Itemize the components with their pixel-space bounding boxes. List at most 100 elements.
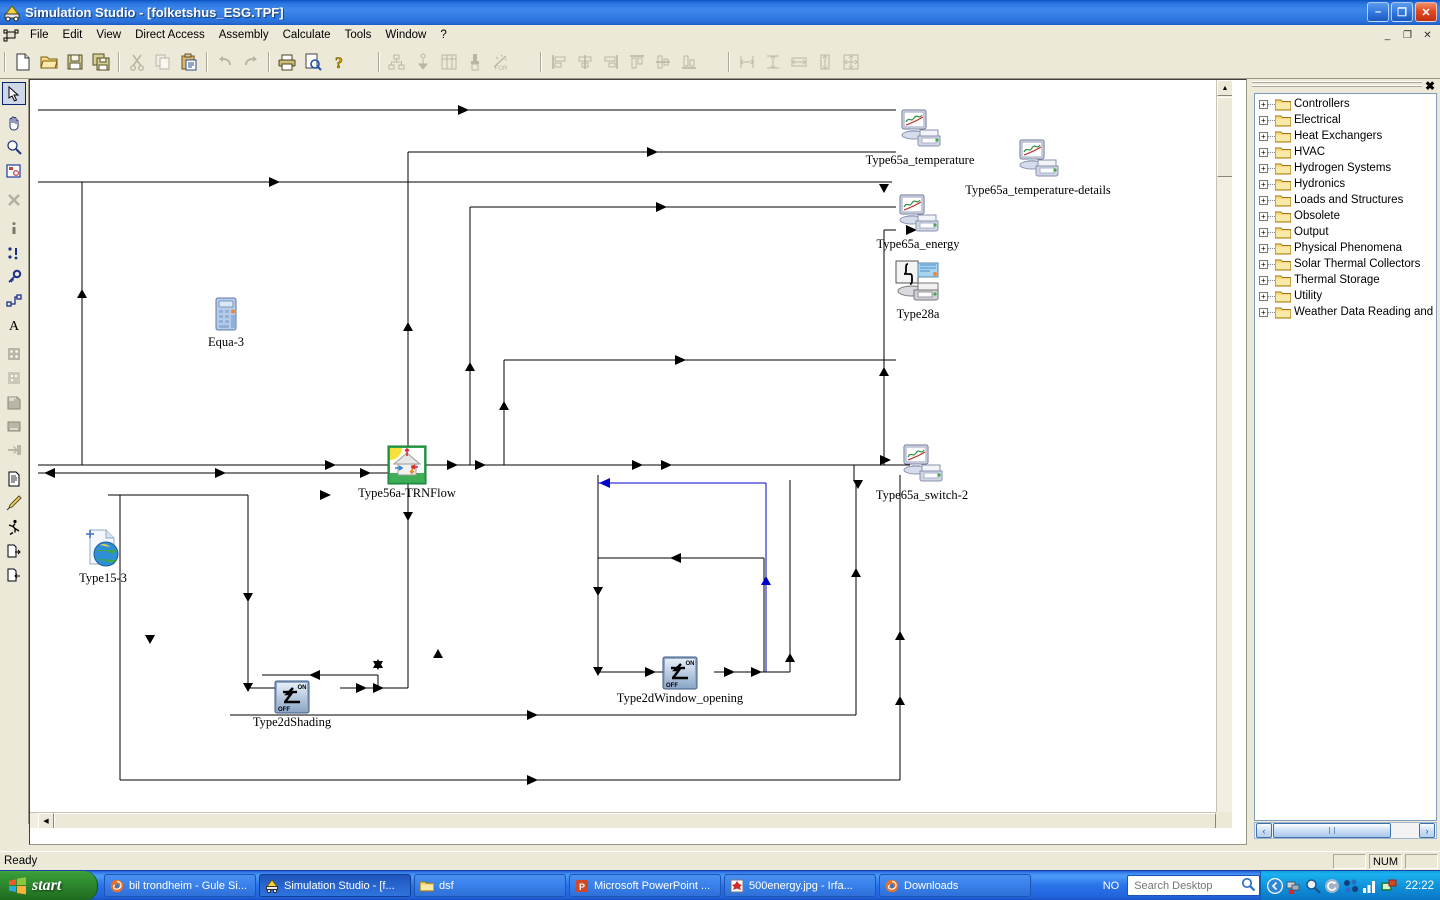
save-all-icon[interactable]: [89, 51, 113, 74]
expander-icon[interactable]: +: [1259, 291, 1268, 301]
key-tool[interactable]: [2, 265, 26, 288]
node-type28a[interactable]: Type28a: [892, 260, 944, 321]
tree-scroll-thumb[interactable]: [1273, 823, 1391, 838]
align-left-edges-icon[interactable]: [547, 51, 571, 74]
minimize-button[interactable]: –: [1367, 2, 1389, 22]
mdi-restore-button[interactable]: ❐: [1399, 27, 1416, 43]
macro-tool[interactable]: [2, 342, 26, 365]
taskbar-item-simulation-studio[interactable]: Simulation Studio - [f...: [259, 874, 411, 897]
mdi-close-button[interactable]: ✕: [1419, 27, 1436, 43]
menu-item-calculate[interactable]: Calculate: [276, 27, 338, 43]
tree-item-hvac[interactable]: + HVAC: [1255, 144, 1436, 160]
delete-tool[interactable]: [2, 188, 26, 211]
expander-icon[interactable]: +: [1259, 227, 1268, 237]
node-type65a-temperature-details[interactable]: Type65a_temperature-details: [965, 138, 1111, 197]
pan-hand-tool[interactable]: [2, 111, 26, 134]
tree-item-obsolete[interactable]: + Obsolete: [1255, 208, 1436, 224]
update-icon[interactable]: [1324, 878, 1340, 894]
menu-item-tools[interactable]: Tools: [338, 27, 379, 43]
space-vertical-icon[interactable]: [761, 51, 785, 74]
menu-item-view[interactable]: View: [89, 27, 128, 43]
node-type65a-energy[interactable]: Type65a_energy: [877, 194, 959, 251]
panel-drag-grip[interactable]: [1252, 81, 1422, 89]
tree-item-hydronics[interactable]: + Hydronics: [1255, 176, 1436, 192]
start-button[interactable]: start: [0, 870, 98, 900]
menu-item-assembly[interactable]: Assembly: [212, 27, 276, 43]
bluetooth-icon[interactable]: [1343, 878, 1359, 894]
pencil-tool[interactable]: [2, 491, 26, 514]
assembly-tree-icon[interactable]: [385, 51, 409, 74]
tree-item-thermal-storage[interactable]: + Thermal Storage: [1255, 272, 1436, 288]
save-icon[interactable]: [63, 51, 87, 74]
tree-item-hydrogen-systems[interactable]: + Hydrogen Systems: [1255, 160, 1436, 176]
fortran-icon[interactable]: FOR: [489, 51, 513, 74]
cut-icon[interactable]: [125, 51, 149, 74]
language-indicator[interactable]: NO: [1103, 880, 1120, 892]
same-width-icon[interactable]: [787, 51, 811, 74]
expander-icon[interactable]: +: [1259, 115, 1268, 125]
close-button[interactable]: ✕: [1415, 2, 1437, 22]
enter-macro-tool[interactable]: [2, 438, 26, 461]
scroll-up-button[interactable]: ▲: [1217, 80, 1232, 96]
align-middle-icon[interactable]: [651, 51, 675, 74]
expander-icon[interactable]: +: [1259, 275, 1268, 285]
tree-item-loads-and-structures[interactable]: + Loads and Structures: [1255, 192, 1436, 208]
tree-item-physical-phenomena[interactable]: + Physical Phenomena: [1255, 240, 1436, 256]
import-tool[interactable]: [2, 563, 26, 586]
align-center-vertical-icon[interactable]: [573, 51, 597, 74]
undo-icon[interactable]: [213, 51, 237, 74]
tree-item-utility[interactable]: + Utility: [1255, 288, 1436, 304]
expander-icon[interactable]: +: [1259, 211, 1268, 221]
node-type2d-window-opening[interactable]: ON OFF Type2dWindow_opening: [617, 656, 743, 705]
connect-tool[interactable]: [2, 241, 26, 264]
tree-horizontal-scrollbar[interactable]: ‹ ›: [1254, 822, 1437, 839]
component-tree[interactable]: + Controllers + Electrical + Heat Exchan…: [1254, 93, 1437, 821]
redo-icon[interactable]: [239, 51, 263, 74]
open-icon[interactable]: [37, 51, 61, 74]
search-input[interactable]: [1132, 878, 1233, 893]
horizontal-scroll-thumb[interactable]: [54, 813, 1216, 828]
table-icon[interactable]: [437, 51, 461, 74]
tree-item-weather-data-reading[interactable]: + Weather Data Reading and P: [1255, 304, 1436, 320]
print-icon[interactable]: [275, 51, 299, 74]
menu-item-edit[interactable]: Edit: [56, 27, 90, 43]
expander-icon[interactable]: +: [1259, 131, 1268, 141]
window-title-bar[interactable]: Simulation Studio - [folketshus_ESG.TPF]…: [0, 0, 1440, 25]
node-type15-3[interactable]: Type15-3: [79, 526, 127, 585]
scroll-left-button[interactable]: ‹: [1256, 823, 1272, 838]
expander-icon[interactable]: +: [1259, 147, 1268, 157]
link-tool[interactable]: [2, 289, 26, 312]
expander-icon[interactable]: +: [1259, 243, 1268, 253]
signal-icon[interactable]: [1362, 878, 1378, 894]
run-tool[interactable]: [2, 515, 26, 538]
tree-item-output[interactable]: + Output: [1255, 224, 1436, 240]
maximize-button[interactable]: ❐: [1391, 2, 1413, 22]
expander-icon[interactable]: +: [1259, 195, 1268, 205]
canvas-vertical-scrollbar[interactable]: ▲ ▼: [1216, 80, 1232, 828]
print-preview-icon[interactable]: [301, 51, 325, 74]
taskbar-item-downloads[interactable]: Downloads: [879, 874, 1031, 897]
document-tool[interactable]: [2, 467, 26, 490]
align-top-icon[interactable]: [625, 51, 649, 74]
same-size-icon[interactable]: [839, 51, 863, 74]
show-hidden-icon[interactable]: [1267, 877, 1284, 894]
select-arrow-tool[interactable]: [2, 82, 26, 105]
help-icon[interactable]: ?: [327, 51, 351, 74]
tree-item-controllers[interactable]: + Controllers: [1255, 96, 1436, 112]
align-bottom-icon[interactable]: [677, 51, 701, 74]
node-equa-3[interactable]: Equa-3: [208, 296, 244, 349]
node-type56a-trnflow[interactable]: Type56a-TRNFlow: [358, 445, 456, 500]
taskbar-item-powerpoint[interactable]: P Microsoft PowerPoint ...: [569, 874, 721, 897]
tree-item-heat-exchangers[interactable]: + Heat Exchangers: [1255, 128, 1436, 144]
copy-icon[interactable]: [151, 51, 175, 74]
canvas-horizontal-scrollbar[interactable]: ◀: [30, 812, 1232, 828]
diagram-canvas[interactable]: Type15-3 Equa-3 Type56a-TRNFlow Type65a_…: [30, 80, 1232, 828]
text-tool[interactable]: A: [2, 313, 26, 336]
expander-icon[interactable]: +: [1259, 179, 1268, 189]
menu-item-file[interactable]: File: [23, 27, 56, 43]
vertical-scroll-thumb[interactable]: [1217, 97, 1232, 177]
node-type65a-switch-2[interactable]: Type65a_switch-2: [876, 443, 968, 502]
zoom-tool[interactable]: [2, 135, 26, 158]
new-icon[interactable]: [11, 51, 35, 74]
tree-item-solar-thermal-collectors[interactable]: + Solar Thermal Collectors: [1255, 256, 1436, 272]
